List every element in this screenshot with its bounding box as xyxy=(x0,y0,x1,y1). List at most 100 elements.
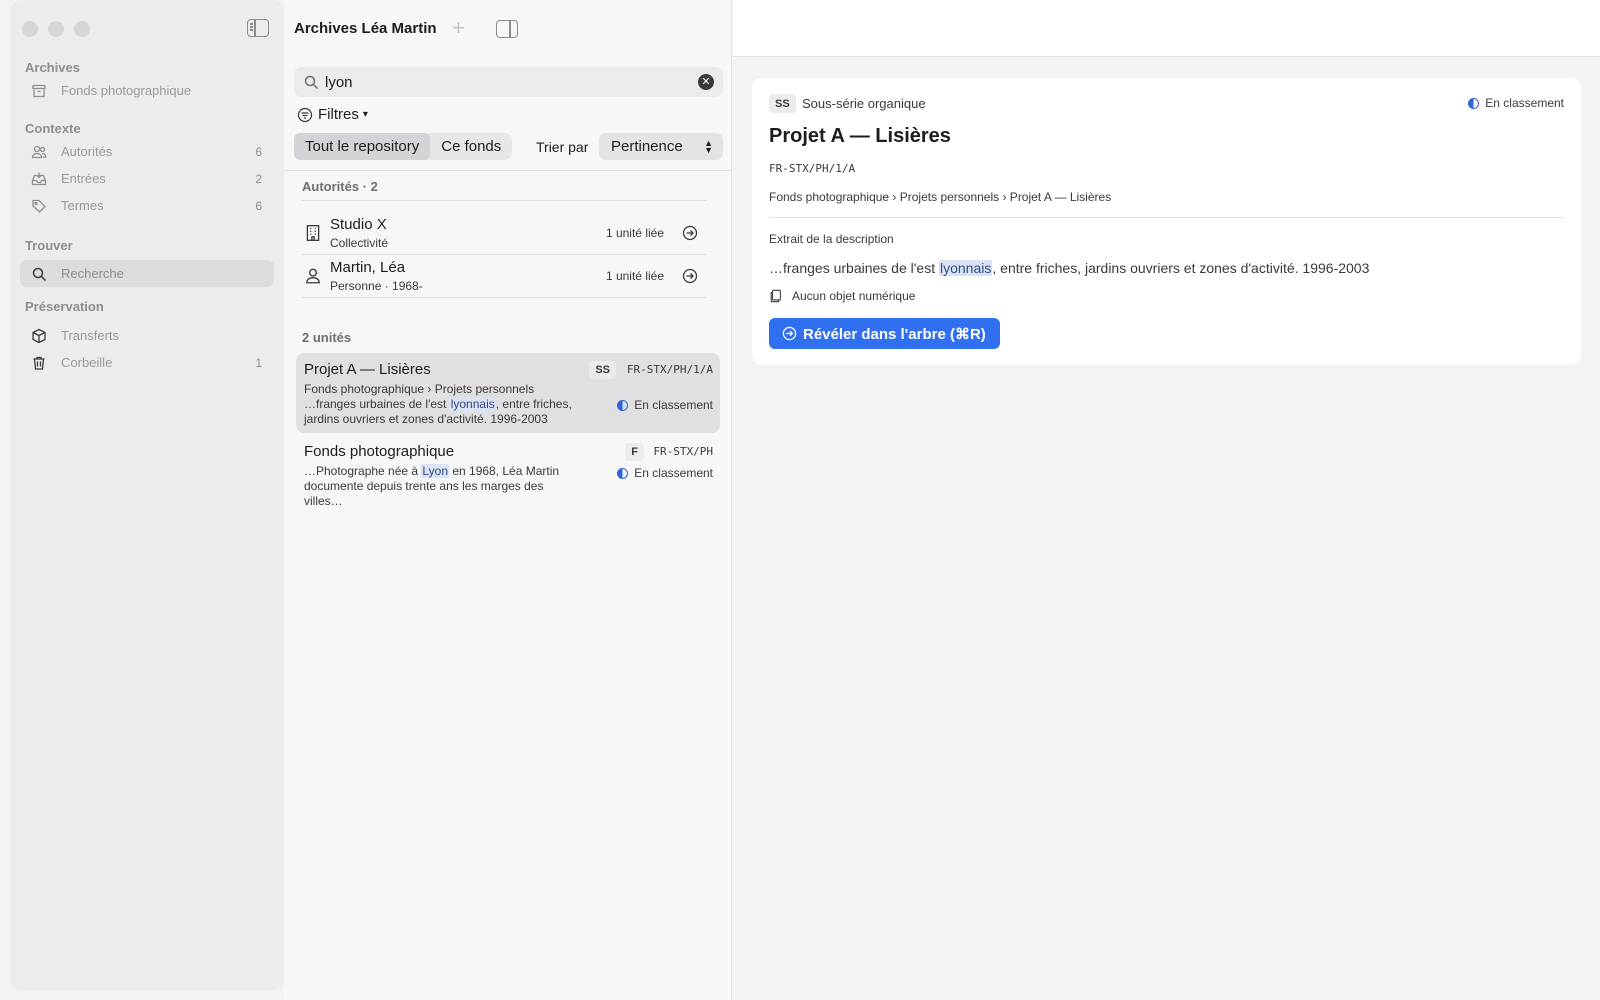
sidebar-item-fonds-photographique[interactable]: Fonds photographique xyxy=(20,77,274,104)
breadcrumb: Fonds photographique › Projets personnel… xyxy=(769,190,1112,204)
sidebar-section-trouver: Trouver xyxy=(25,238,73,253)
sidebar-item-autorites[interactable]: Autorités 6 xyxy=(20,138,274,165)
add-icon[interactable]: + xyxy=(452,17,465,39)
close-window-button[interactable] xyxy=(22,21,38,37)
package-icon xyxy=(30,327,48,345)
updown-chevron-icon: ▲ ▼ xyxy=(704,137,713,155)
filter-icon xyxy=(297,107,313,122)
scope-segmented-control: Tout le repository Ce fonds xyxy=(294,133,513,160)
authority-row[interactable]: Martin, Léa Personne · 1968- 1 unité lié… xyxy=(302,255,706,298)
divider xyxy=(302,200,706,201)
divider xyxy=(284,170,731,171)
divider xyxy=(769,217,1564,218)
detail-reference: FR-STX/PH/1/A xyxy=(769,162,856,175)
sidebar-item-label: Fonds photographique xyxy=(61,83,192,98)
scope-option-repository[interactable]: Tout le repository xyxy=(294,133,431,160)
sidebar-item-label: Transferts xyxy=(61,328,120,343)
chevron-down-icon: ▾ xyxy=(362,109,368,120)
unit-snippet: …franges urbaines de l'est lyonnais, ent… xyxy=(304,397,572,426)
unit-result-row[interactable]: Projet A — Lisières SS FR-STX/PH/1/A Fon… xyxy=(296,353,720,433)
person-icon xyxy=(306,268,320,284)
search-match-highlight: Lyon xyxy=(421,464,449,478)
document-copy-icon xyxy=(770,289,781,303)
search-icon xyxy=(304,75,319,90)
search-match-highlight: lyonnais xyxy=(449,397,496,411)
search-field: ✕ xyxy=(294,67,723,97)
tag-icon xyxy=(30,197,48,215)
unit-title: Fonds photographique xyxy=(304,443,455,460)
sidebar-section-preservation: Préservation xyxy=(25,299,104,314)
unit-path: Fonds photographique › Projets personnel… xyxy=(304,382,535,396)
unit-snippet: …Photographe née à Lyon en 1968, Léa Mar… xyxy=(304,464,560,508)
level-badge: SS xyxy=(589,361,616,379)
status-badge: En classement xyxy=(617,466,713,480)
sidebar-section-archives: Archives xyxy=(25,60,80,75)
sidebar-toggle-icon[interactable] xyxy=(247,19,269,37)
level-type: Sous-série organique xyxy=(802,96,926,111)
scope-option-fonds[interactable]: Ce fonds xyxy=(430,133,512,160)
sidebar-item-transferts[interactable]: Transferts xyxy=(20,322,274,349)
sidebar-item-label: Termes xyxy=(61,198,104,213)
building-icon xyxy=(306,225,320,241)
archive-box-icon xyxy=(30,82,48,100)
sidebar-item-entrees[interactable]: Entrées 2 xyxy=(20,165,274,192)
clear-search-icon[interactable]: ✕ xyxy=(698,74,714,90)
inspector-toggle-icon[interactable] xyxy=(496,20,518,38)
sidebar-item-recherche[interactable]: Recherche xyxy=(20,260,274,287)
authorities-group-header: Autorités · 2 xyxy=(302,179,378,194)
authority-row[interactable]: Studio X Collectivité 1 unité liée xyxy=(302,212,706,255)
window-controls xyxy=(22,21,90,37)
status-badge: En classement xyxy=(617,398,713,412)
detail-toolbar xyxy=(733,0,1600,57)
authority-linked-count: 1 unité liée xyxy=(605,269,664,283)
sidebar-item-termes[interactable]: Termes 6 xyxy=(20,192,274,219)
arrow-circle-right-icon[interactable] xyxy=(682,268,698,284)
detail-title: Projet A — Lisières xyxy=(769,125,951,147)
level-badge: SS xyxy=(769,94,796,113)
detail-card: SS Sous-série organique En classement Pr… xyxy=(752,78,1581,365)
unit-reference: FR-STX/PH/1/A xyxy=(626,363,713,376)
search-match-highlight: lyonnais xyxy=(939,260,993,276)
authority-type: Collectivité xyxy=(330,236,389,250)
sidebar-item-count: 2 xyxy=(255,171,262,186)
half-circle-status-icon xyxy=(617,399,629,411)
sidebar-item-corbeille[interactable]: Corbeille 1 xyxy=(20,349,274,376)
search-icon xyxy=(30,265,48,283)
status-badge: En classement xyxy=(1468,96,1564,110)
zoom-window-button[interactable] xyxy=(74,21,90,37)
units-group-header: 2 unités xyxy=(302,330,352,345)
arrow-circle-right-icon xyxy=(782,326,797,341)
filters-label: Filtres xyxy=(318,106,359,123)
sort-label: Trier par xyxy=(536,139,589,155)
level-badge: F xyxy=(625,443,644,461)
filters-button[interactable]: Filtres ▾ xyxy=(297,106,368,123)
sidebar-item-label: Autorités xyxy=(61,144,113,159)
people-icon xyxy=(30,143,48,161)
authority-name: Studio X xyxy=(330,216,387,233)
sidebar-item-label: Recherche xyxy=(61,266,124,281)
sidebar-item-count: 6 xyxy=(255,144,262,159)
unit-result-row[interactable]: Fonds photographique F FR-STX/PH …Photog… xyxy=(296,435,720,508)
reveal-in-tree-button[interactable]: Révéler dans l'arbre (⌘R) xyxy=(769,318,1000,349)
window-title: Archives Léa Martin xyxy=(294,20,437,37)
authority-linked-count: 1 unité liée xyxy=(605,226,664,240)
inbox-tray-icon xyxy=(30,170,48,188)
sidebar-item-count: 1 xyxy=(255,355,262,370)
sidebar-item-label: Corbeille xyxy=(61,355,113,370)
sidebar-item-label: Entrées xyxy=(61,171,106,186)
unit-reference: FR-STX/PH xyxy=(653,445,713,458)
sidebar-item-count: 6 xyxy=(255,198,262,213)
arrow-circle-right-icon[interactable] xyxy=(682,225,698,241)
half-circle-status-icon xyxy=(1468,97,1480,109)
description-excerpt: …franges urbaines de l'est lyonnais, ent… xyxy=(769,260,1370,276)
unit-title: Projet A — Lisières xyxy=(304,361,431,378)
sort-value: Pertinence xyxy=(611,138,683,155)
sort-select[interactable]: Pertinence ▲ ▼ xyxy=(599,133,723,160)
authority-name: Martin, Léa xyxy=(330,259,406,276)
minimize-window-button[interactable] xyxy=(48,21,64,37)
search-input[interactable] xyxy=(325,73,685,91)
trash-icon xyxy=(30,354,48,372)
sidebar-section-contexte: Contexte xyxy=(25,121,81,136)
search-results-pane: Archives Léa Martin + ✕ Filtres ▾ Tout l… xyxy=(284,0,732,1000)
digital-object-status: Aucun objet numérique xyxy=(769,289,915,303)
